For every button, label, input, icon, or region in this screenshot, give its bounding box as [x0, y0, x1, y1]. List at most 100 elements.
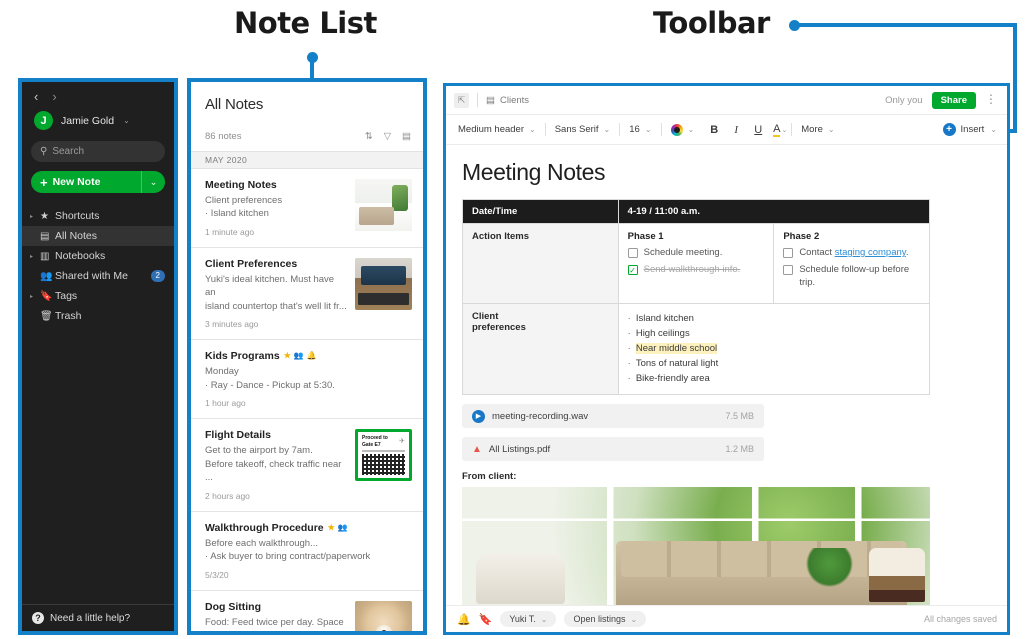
highlight-label: A: [773, 122, 781, 137]
note-title: Kids Programs: [205, 350, 280, 363]
plus-icon: +: [40, 174, 48, 190]
checkbox-unchecked[interactable]: [627, 248, 638, 258]
preference-text-highlighted: Near middle school: [635, 343, 718, 355]
staging-company-link[interactable]: staging company: [835, 247, 906, 258]
note-snippet-line: · Ask buyer to bring contract/paperwork: [205, 551, 371, 563]
attachment-size: 7.5 MB: [725, 411, 754, 422]
sort-icon[interactable]: ⇅: [365, 131, 373, 142]
new-note-button[interactable]: + New Note ⌄: [31, 171, 165, 193]
note-list-item[interactable]: Kids Programs ★ 👥 🔔 Monday · Ray - Dance…: [191, 340, 423, 420]
reminder-bell-icon: 🔔: [306, 351, 317, 361]
preference-text: Bike-friendly area: [635, 373, 710, 385]
note-list-item[interactable]: Client Preferences Yuki's ideal kitchen.…: [191, 247, 423, 341]
sidebar-item-tags[interactable]: ▸ 🔖 Tags: [22, 286, 174, 306]
sidebar-item-shortcuts[interactable]: ▸ ★ Shortcuts: [22, 206, 174, 226]
chevron-down-icon: ⌄: [540, 614, 548, 624]
text-color-picker[interactable]: ⌄: [662, 123, 704, 136]
note-snippet-line: Client preferences: [205, 195, 283, 206]
audio-play-icon[interactable]: ▶: [472, 409, 485, 423]
account-switcher[interactable]: J Jamie Gold ⌄: [22, 105, 174, 138]
sidebar-item-shared-with-me[interactable]: 👥 Shared with Me 2: [22, 266, 174, 286]
note-list-scroll[interactable]: Meeting Notes Client preferences · Islan…: [191, 169, 423, 631]
star-icon: ★: [40, 210, 49, 222]
sidebar-item-all-notes[interactable]: ▤ All Notes: [22, 226, 174, 246]
twisty-icon[interactable]: ▸: [30, 293, 40, 300]
save-status: All changes saved: [923, 614, 997, 624]
filter-icon[interactable]: ▽: [384, 131, 391, 142]
sidebar-item-notebooks[interactable]: ▸ ▥ Notebooks: [22, 246, 174, 266]
page-title: Meeting Notes: [462, 159, 606, 185]
notebook-breadcrumb[interactable]: ▤ Clients: [486, 95, 529, 106]
meeting-notes-table: Date/Time 4-19 / 11:00 a.m. Action Items…: [462, 199, 931, 396]
checklist-item[interactable]: Schedule follow-up before trip.: [783, 264, 920, 289]
pdf-icon: ▲: [472, 443, 482, 455]
note-thumbnail: [355, 600, 412, 631]
twisty-icon[interactable]: ▸: [30, 253, 40, 260]
search-input[interactable]: ⚲ Search: [31, 141, 165, 162]
attachment-audio[interactable]: ▶ meeting-recording.wav 7.5 MB: [462, 404, 764, 429]
expand-arrows-icon[interactable]: ⇱: [454, 92, 469, 108]
sidebar-item-label: Trash: [55, 310, 82, 322]
callout-line-toolbar-v: [1013, 23, 1017, 133]
callout-label-note-list: Note List: [234, 6, 377, 40]
underline-button[interactable]: U: [747, 124, 769, 136]
checklist-item[interactable]: Schedule meeting.: [627, 247, 765, 259]
forward-icon[interactable]: ›: [52, 90, 56, 103]
note-list-item[interactable]: Flight Details Get to the airport by 7am…: [191, 419, 423, 512]
note-title: Walkthrough Procedure: [205, 521, 324, 534]
more-formatting-dropdown[interactable]: More ⌄: [792, 124, 843, 135]
hero-image-living-room: [462, 487, 930, 605]
editor-topbar: ⇱ ▤ Clients Only you Share ⋮: [446, 86, 1007, 115]
author-pill[interactable]: Yuki T. ⌄: [500, 611, 557, 627]
font-family-dropdown[interactable]: Sans Serif ⌄: [546, 124, 620, 135]
attachment-pdf[interactable]: ▲ All Listings.pdf 1.2 MB: [462, 437, 764, 462]
checkbox-checked[interactable]: ✓: [627, 265, 638, 276]
screenshot-root: Note List Toolbar ‹ › J Jamie Gold ⌄ ⚲ S…: [0, 0, 1025, 639]
pref-label-line1: Client: [472, 311, 499, 323]
attachment-size: 1.2 MB: [725, 444, 754, 455]
share-button[interactable]: Share: [931, 91, 976, 109]
checklist-text-post: .: [905, 247, 909, 258]
note-snippet-line: island countertop that's well lit fr...: [205, 300, 347, 312]
kebab-menu-icon[interactable]: ⋮: [985, 93, 997, 105]
note-timestamp: 2 hours ago: [205, 490, 250, 501]
paragraph-style-dropdown[interactable]: Medium header ⌄: [458, 124, 545, 135]
font-size-dropdown[interactable]: 16 ⌄: [620, 124, 660, 135]
new-note-label: New Note: [52, 176, 101, 188]
checklist-item[interactable]: Contact staging company.: [783, 247, 920, 259]
sidebar-item-label: All Notes: [55, 230, 98, 242]
insert-dropdown[interactable]: + Insert ⌄: [942, 123, 997, 136]
layout-icon[interactable]: ▤: [402, 131, 411, 142]
need-help-button[interactable]: ? Need a little help?: [22, 604, 174, 631]
sidebar-item-label: Notebooks: [55, 250, 106, 262]
note-list-title: All Notes: [205, 96, 264, 113]
note-thumbnail-boarding-pass: ✈ Proceed to Gate E7: [355, 429, 412, 482]
note-snippet-line: Before each walkthrough...: [205, 537, 319, 549]
preference-item: High ceilings: [628, 326, 920, 341]
note-content[interactable]: Meeting Notes Date/Time 4-19 / 11:00 a.m…: [446, 145, 1007, 605]
note-list-item[interactable]: Dog Sitting Food: Feed twice per day. Sp…: [191, 590, 423, 631]
back-icon[interactable]: ‹: [34, 90, 38, 103]
checkbox-unchecked[interactable]: [783, 265, 794, 276]
tag-pill[interactable]: Open listings ⌄: [564, 611, 647, 627]
checkbox-unchecked[interactable]: [783, 248, 794, 258]
note-count: 86 notes: [205, 131, 242, 142]
note-list-item[interactable]: Meeting Notes Client preferences · Islan…: [191, 169, 423, 248]
new-note-dropdown[interactable]: ⌄: [141, 171, 165, 193]
sidebar-item-trash[interactable]: 🗑 Trash: [22, 306, 174, 326]
checklist-label: Send walkthrough info.: [643, 264, 741, 276]
note-snippet-line: · Island kitchen: [205, 208, 269, 220]
chevron-down-icon: ⌄: [123, 116, 130, 125]
add-tag-icon[interactable]: 🔖: [479, 613, 493, 626]
checklist-item[interactable]: ✓ Send walkthrough info.: [627, 264, 765, 276]
phase-1-cell: Phase 1 Schedule meeting. ✓ Send walkthr…: [617, 222, 775, 305]
bold-button[interactable]: B: [703, 124, 725, 136]
note-title: Flight Details: [205, 429, 271, 442]
add-reminder-icon[interactable]: 🔔: [457, 613, 471, 626]
highlight-button[interactable]: A ⌄: [769, 123, 791, 137]
twisty-icon[interactable]: ▸: [30, 213, 40, 220]
preference-item: Bike-friendly area: [628, 371, 920, 386]
note-list-item[interactable]: Walkthrough Procedure ★ 👥 Before each wa…: [191, 511, 423, 591]
chevron-down-icon: ⌄: [630, 614, 638, 624]
italic-button[interactable]: I: [725, 124, 747, 136]
